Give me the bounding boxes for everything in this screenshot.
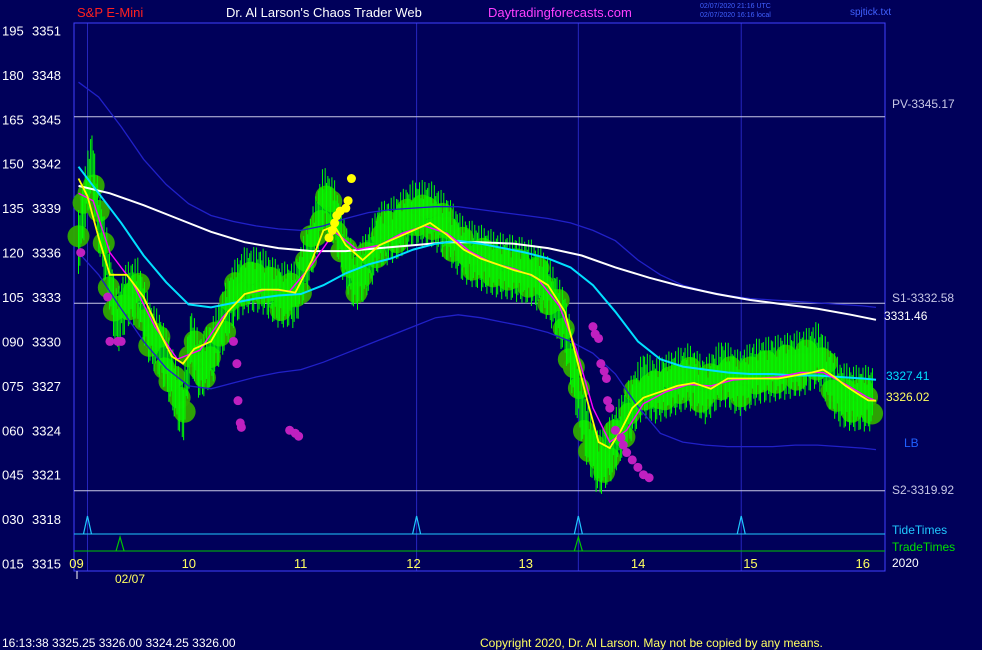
y-tick-index-11: 030 <box>2 512 24 527</box>
x-tick-label-4: 13 <box>519 556 533 571</box>
low-dot <box>594 333 604 343</box>
low-dot <box>116 336 126 346</box>
date-label: 02/07 <box>115 572 145 586</box>
y-tick-index-8: 075 <box>2 379 24 394</box>
s1-level-label: S1-3332.58 <box>892 291 954 305</box>
y-tick-price-10: 3321 <box>32 468 61 483</box>
x-tick-label-5: 14 <box>631 556 645 571</box>
year-label: 2020 <box>892 556 919 570</box>
x-tick-label-1: 10 <box>182 556 196 571</box>
status-line: 16:13:38 3325.25 3326.00 3324.25 3326.00 <box>2 636 236 650</box>
chart-title: Dr. Al Larson's Chaos Trader Web <box>226 5 422 20</box>
y-tick-price-7: 3330 <box>32 334 61 349</box>
y-tick-price-3: 3342 <box>32 157 61 172</box>
y-tick-price-2: 3345 <box>32 112 61 127</box>
low-dot <box>627 455 637 465</box>
tide-times-label: TideTimes <box>892 523 947 537</box>
y-tick-price-4: 3339 <box>32 201 61 216</box>
low-dot <box>76 248 86 258</box>
low-dot <box>236 422 246 432</box>
y-tick-index-10: 045 <box>2 468 24 483</box>
low-dot <box>605 403 615 413</box>
y-tick-price-5: 3336 <box>32 246 61 261</box>
x-tick-label-0: 09 <box>69 556 83 571</box>
lb-label: LB <box>904 436 919 450</box>
symbol-label: S&P E-Mini <box>77 5 143 20</box>
y-tick-index-1: 180 <box>2 68 24 83</box>
low-dot <box>622 448 632 458</box>
pv-level-label: PV-3345.17 <box>892 97 955 111</box>
y-tick-index-5: 120 <box>2 246 24 261</box>
y-tick-price-12: 3315 <box>32 557 61 572</box>
y-tick-price-1: 3348 <box>32 68 61 83</box>
chaos-chart: S&P E-Mini Dr. Al Larson's Chaos Trader … <box>0 0 982 650</box>
utc-stamp: 02/07/2020 21:16 UTC <box>700 3 771 10</box>
low-dot <box>294 431 304 441</box>
low-dot <box>610 425 620 435</box>
y-tick-index-0: 195 <box>2 23 24 38</box>
y-tick-index-12: 015 <box>2 557 24 572</box>
x-tick-label-3: 12 <box>406 556 420 571</box>
y-tick-index-3: 150 <box>2 157 24 172</box>
y-tick-price-9: 3324 <box>32 423 61 438</box>
y-tick-price-0: 3351 <box>32 23 61 38</box>
low-dot <box>601 373 611 383</box>
y-tick-price-8: 3327 <box>32 379 61 394</box>
x-tick-label-2: 11 <box>294 556 308 571</box>
x-tick-label-6: 15 <box>743 556 757 571</box>
y-tick-index-2: 165 <box>2 112 24 127</box>
site-link[interactable]: Daytradingforecasts.com <box>488 5 632 20</box>
ma100-end-label: 3327.41 <box>886 369 930 383</box>
y-tick-price-11: 3318 <box>32 512 61 527</box>
low-dot <box>105 336 115 346</box>
low-dot <box>644 473 654 483</box>
low-dot <box>233 396 243 406</box>
low-dot <box>103 292 113 302</box>
price-end-label: 3326.02 <box>886 390 930 404</box>
trade-times-label: TradeTimes <box>892 540 955 554</box>
y-tick-index-4: 135 <box>2 201 24 216</box>
copyright: Copyright 2020, Dr. Al Larson. May not b… <box>480 636 823 650</box>
s2-level-label: S2-3319.92 <box>892 483 954 497</box>
y-tick-index-6: 105 <box>2 290 24 305</box>
y-tick-index-9: 060 <box>2 423 24 438</box>
low-dot <box>232 359 242 369</box>
low-dot <box>633 462 643 472</box>
low-dot <box>229 336 239 346</box>
x-tick-label-7: 16 <box>856 556 870 571</box>
ma200-end-label: 3331.46 <box>884 309 928 323</box>
high-dot <box>343 196 353 206</box>
high-dot <box>346 174 356 184</box>
file-tag: spjtick.txt <box>850 7 891 18</box>
local-stamp: 02/07/2020 16:16 local <box>700 12 771 19</box>
y-tick-index-7: 090 <box>2 334 24 349</box>
y-tick-price-6: 3333 <box>32 290 61 305</box>
